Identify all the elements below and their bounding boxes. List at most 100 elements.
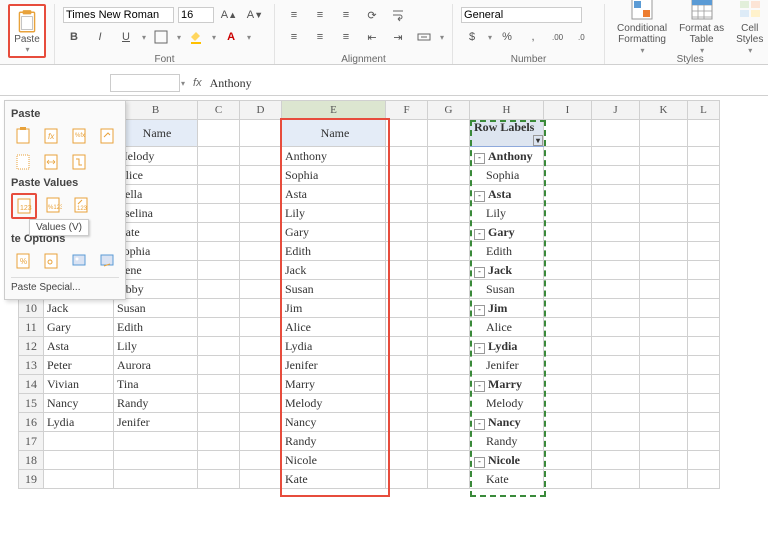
cell-F6[interactable] <box>386 223 428 242</box>
cell-I15[interactable] <box>544 394 592 413</box>
paste-values-icon[interactable]: 123 <box>11 193 37 219</box>
cell-K1[interactable] <box>640 120 688 147</box>
cell-A13[interactable]: Peter <box>44 356 114 375</box>
cell-J9[interactable] <box>592 280 640 299</box>
cell-I8[interactable] <box>544 261 592 280</box>
cell-C3[interactable] <box>198 166 240 185</box>
align-top-icon[interactable]: ≡ <box>283 4 305 26</box>
cell-E12[interactable]: Lydia <box>282 337 386 356</box>
cell-A17[interactable] <box>44 432 114 451</box>
cell-B7[interactable]: Sophia <box>114 242 198 261</box>
cell-L9[interactable] <box>688 280 720 299</box>
paste-formulas-formatting-icon[interactable]: %fx <box>67 124 91 148</box>
cell-I18[interactable] <box>544 451 592 470</box>
paste-formatting-icon[interactable]: % <box>11 249 35 273</box>
cell-G6[interactable] <box>428 223 470 242</box>
cell-K2[interactable] <box>640 147 688 166</box>
cell-E5[interactable]: Lily <box>282 204 386 223</box>
row-header[interactable]: 15 <box>19 394 44 413</box>
cell-I17[interactable] <box>544 432 592 451</box>
cell-L5[interactable] <box>688 204 720 223</box>
cell-G7[interactable] <box>428 242 470 261</box>
cell-G13[interactable] <box>428 356 470 375</box>
cell-D1[interactable] <box>240 120 282 147</box>
cell-L11[interactable] <box>688 318 720 337</box>
cell-L12[interactable] <box>688 337 720 356</box>
cell-L13[interactable] <box>688 356 720 375</box>
cell-H15[interactable]: Melody <box>470 394 544 413</box>
cell-L15[interactable] <box>688 394 720 413</box>
increase-decimal-icon[interactable]: .00 <box>548 26 570 48</box>
row-header[interactable]: 11 <box>19 318 44 337</box>
col-header-G[interactable]: G <box>428 101 470 120</box>
cell-K11[interactable] <box>640 318 688 337</box>
cell-F15[interactable] <box>386 394 428 413</box>
italic-button[interactable]: I <box>89 26 111 48</box>
cell-K8[interactable] <box>640 261 688 280</box>
cell-E6[interactable]: Gary <box>282 223 386 242</box>
cell-E14[interactable]: Marry <box>282 375 386 394</box>
borders-button[interactable] <box>150 26 172 48</box>
col-header-E[interactable]: E <box>282 101 386 120</box>
cell-B10[interactable]: Susan <box>114 299 198 318</box>
row-header[interactable]: 18 <box>19 451 44 470</box>
cell-E7[interactable]: Edith <box>282 242 386 261</box>
cell-C11[interactable] <box>198 318 240 337</box>
cell-D12[interactable] <box>240 337 282 356</box>
cell-I2[interactable] <box>544 147 592 166</box>
cell-I1[interactable] <box>544 120 592 147</box>
cell-F7[interactable] <box>386 242 428 261</box>
cell-I5[interactable] <box>544 204 592 223</box>
cell-F17[interactable] <box>386 432 428 451</box>
cell-K19[interactable] <box>640 470 688 489</box>
cell-G1[interactable] <box>428 120 470 147</box>
align-middle-icon[interactable]: ≡ <box>309 4 331 26</box>
cell-B1[interactable]: Name <box>114 120 198 147</box>
cell-H6[interactable]: -Gary <box>470 223 544 242</box>
cell-D9[interactable] <box>240 280 282 299</box>
align-left-icon[interactable]: ≡ <box>283 26 305 48</box>
cell-G5[interactable] <box>428 204 470 223</box>
fx-icon[interactable]: fx <box>193 77 202 89</box>
cell-D19[interactable] <box>240 470 282 489</box>
cell-I6[interactable] <box>544 223 592 242</box>
cell-L3[interactable] <box>688 166 720 185</box>
font-color-button[interactable]: A <box>220 26 242 48</box>
cell-J8[interactable] <box>592 261 640 280</box>
merge-center-icon[interactable] <box>413 26 435 48</box>
cell-K16[interactable] <box>640 413 688 432</box>
cell-L8[interactable] <box>688 261 720 280</box>
cell-E3[interactable]: Sophia <box>282 166 386 185</box>
col-header-B[interactable]: B <box>114 101 198 120</box>
cell-B16[interactable]: Jenifer <box>114 413 198 432</box>
cell-F13[interactable] <box>386 356 428 375</box>
cell-L6[interactable] <box>688 223 720 242</box>
name-box[interactable] <box>110 74 180 92</box>
bold-button[interactable]: B <box>63 26 85 48</box>
paste-linked-picture-icon[interactable] <box>95 249 119 273</box>
cell-D16[interactable] <box>240 413 282 432</box>
cell-A18[interactable] <box>44 451 114 470</box>
cell-E11[interactable]: Alice <box>282 318 386 337</box>
cell-D6[interactable] <box>240 223 282 242</box>
cell-F9[interactable] <box>386 280 428 299</box>
cell-F5[interactable] <box>386 204 428 223</box>
cell-G19[interactable] <box>428 470 470 489</box>
row-header[interactable]: 17 <box>19 432 44 451</box>
format-as-table-button[interactable]: Format as Table▾ <box>675 0 728 58</box>
font-size-select[interactable] <box>178 7 214 23</box>
cell-B8[interactable]: Irene <box>114 261 198 280</box>
cell-E17[interactable]: Randy <box>282 432 386 451</box>
cell-I14[interactable] <box>544 375 592 394</box>
align-right-icon[interactable]: ≡ <box>335 26 357 48</box>
cell-K6[interactable] <box>640 223 688 242</box>
cell-F3[interactable] <box>386 166 428 185</box>
cell-H8[interactable]: -Jack <box>470 261 544 280</box>
cell-H7[interactable]: Edith <box>470 242 544 261</box>
cell-C19[interactable] <box>198 470 240 489</box>
cell-F11[interactable] <box>386 318 428 337</box>
cell-F4[interactable] <box>386 185 428 204</box>
cell-E2[interactable]: Anthony <box>282 147 386 166</box>
cell-K14[interactable] <box>640 375 688 394</box>
cell-L14[interactable] <box>688 375 720 394</box>
